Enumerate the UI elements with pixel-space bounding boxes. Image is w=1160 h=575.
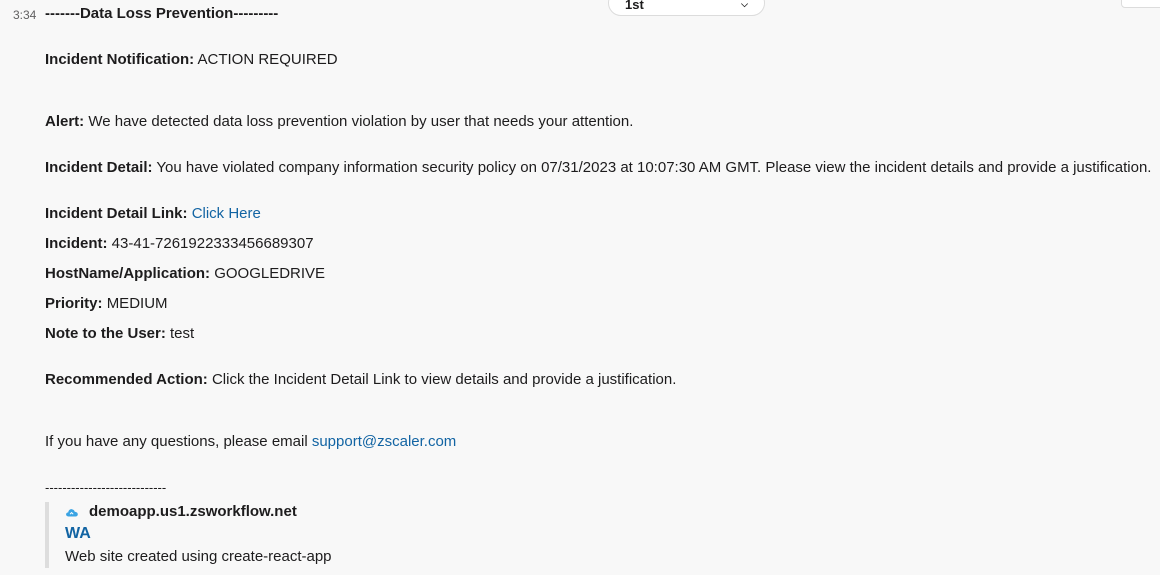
field-value: GOOGLEDRIVE <box>214 265 326 282</box>
click-here-link[interactable]: Click Here <box>192 205 261 222</box>
incident-detail-line: Incident Detail: You have violated compa… <box>45 158 1151 178</box>
field-label: Incident Notification: <box>45 51 195 68</box>
message-view: Tuesday, August 1st ⌵ 3:34 -------Data L… <box>0 0 1160 575</box>
support-email-link[interactable]: support@zscaler.com <box>312 433 456 450</box>
field-value: 43-41-7261922333456689307 <box>111 235 314 252</box>
corner-panel <box>1121 0 1160 8</box>
message-timestamp[interactable]: 3:34 <box>13 8 36 22</box>
recommended-action-line: Recommended Action: Click the Incident D… <box>45 370 676 390</box>
field-label: Incident: <box>45 235 108 252</box>
field-label: Incident Detail: <box>45 159 153 176</box>
priority-line: Priority: MEDIUM <box>45 294 168 314</box>
field-value: ACTION REQUIRED <box>197 51 338 68</box>
field-label: Alert: <box>45 113 85 130</box>
incident-detail-link-line: Incident Detail Link: Click Here <box>45 204 261 224</box>
link-preview-attachment: demoapp.us1.zsworkflow.net WA Web site c… <box>45 502 545 568</box>
chevron-down-icon: ⌵ <box>741 0 748 9</box>
field-label: Note to the User: <box>45 325 166 342</box>
field-value: We have detected data loss prevention vi… <box>88 113 634 130</box>
incident-notification-line: Incident Notification: ACTION REQUIRED <box>45 50 338 70</box>
attachment-site-name: demoapp.us1.zsworkflow.net <box>89 503 297 520</box>
divider-line: ---------------------------- <box>45 480 167 495</box>
field-label: Priority: <box>45 295 103 312</box>
questions-text: If you have any questions, please email <box>45 433 308 450</box>
hostname-line: HostName/Application: GOOGLEDRIVE <box>45 264 325 284</box>
field-label: Recommended Action: <box>45 371 208 388</box>
date-divider-button[interactable]: Tuesday, August 1st ⌵ <box>608 0 765 16</box>
cloud-icon <box>66 508 78 516</box>
field-value: Click the Incident Detail Link to view d… <box>211 371 677 388</box>
questions-line: If you have any questions, please email … <box>45 432 456 452</box>
attachment-description: Web site created using create-react-app <box>65 548 332 565</box>
field-value: MEDIUM <box>106 295 168 312</box>
date-label: Tuesday, August 1st <box>625 0 644 12</box>
message-header: -------Data Loss Prevention--------- <box>45 5 279 22</box>
attachment-site[interactable]: demoapp.us1.zsworkflow.net <box>65 503 297 520</box>
incident-line: Incident: 43-41-7261922333456689307 <box>45 234 314 254</box>
note-line: Note to the User: test <box>45 324 194 344</box>
field-value: test <box>170 325 195 342</box>
attachment-title-link[interactable]: WA <box>65 525 91 543</box>
field-label: Incident Detail Link: <box>45 205 188 222</box>
field-value: You have violated company information se… <box>156 159 1152 176</box>
alert-line: Alert: We have detected data loss preven… <box>45 112 633 132</box>
field-label: HostName/Application: <box>45 265 211 282</box>
